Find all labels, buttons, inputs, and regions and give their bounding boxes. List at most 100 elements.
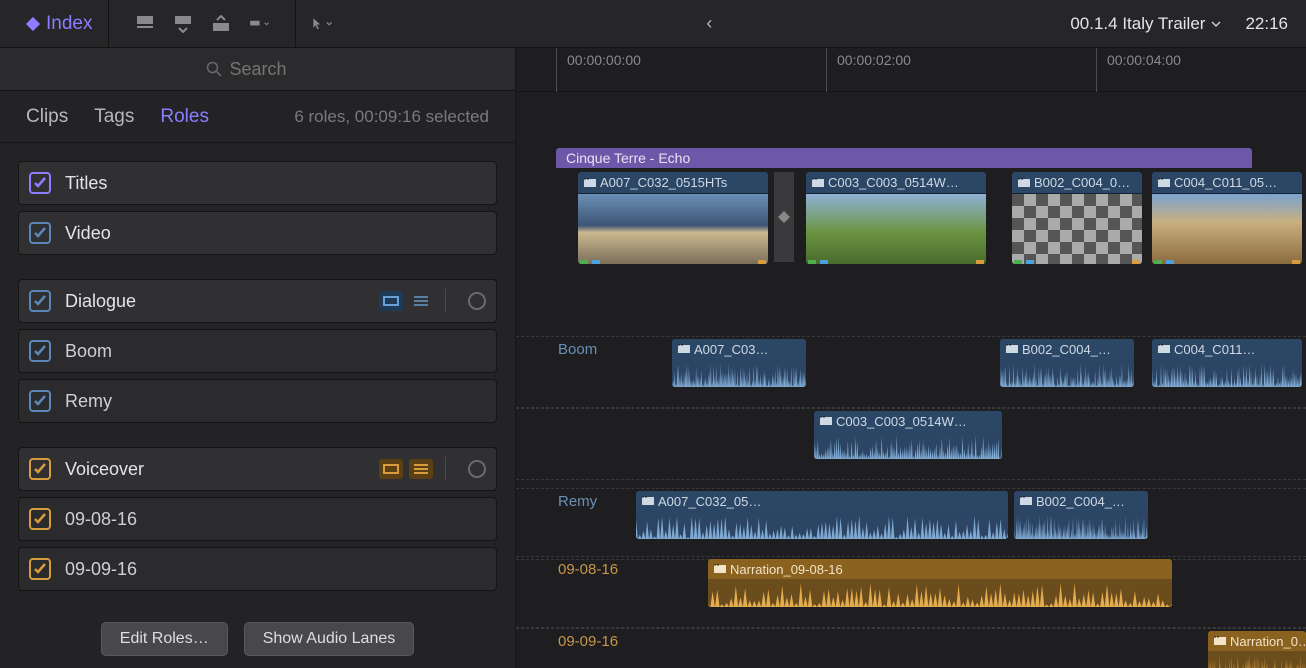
checkbox-0909[interactable] [29, 558, 51, 580]
main-split: Clips Tags Roles 6 roles, 00:09:16 selec… [0, 48, 1306, 668]
audio-lane: RemyA007_C032_05…B002_C004_… [516, 488, 1306, 560]
role-titles[interactable]: Titles [18, 161, 497, 205]
search-icon [206, 61, 222, 77]
timecode-display: 22:16 [1245, 14, 1288, 34]
waveform [672, 359, 806, 387]
subrole-09-08-16[interactable]: 09-08-16 [18, 497, 497, 541]
tab-roles[interactable]: Roles [160, 106, 209, 128]
arrow-tool-icon[interactable] [312, 15, 332, 33]
focus-radio-voiceover[interactable] [468, 460, 486, 478]
clip-label: C004_C011… [1152, 339, 1302, 359]
audio-clip[interactable]: A007_C032_05… [636, 491, 1008, 539]
project-title-label: 00.1.4 Italy Trailer [1070, 14, 1205, 34]
checkbox-0908[interactable] [29, 508, 51, 530]
voiceover-lane-controls [379, 457, 486, 481]
audio-clip[interactable]: Narration_0… [1208, 631, 1306, 668]
checkbox-titles[interactable] [29, 172, 51, 194]
show-audio-lanes-button[interactable]: Show Audio Lanes [244, 622, 415, 656]
audio-clip[interactable]: C003_C003_0514W… [814, 411, 1002, 459]
video-clip[interactable]: C003_C003_0514W… [806, 172, 986, 264]
ruler-tick[interactable]: 00:00:02:00 [826, 48, 911, 92]
collapse-lanes-icon[interactable] [379, 291, 403, 311]
clip-label: Narration_09-08-16 [708, 559, 1172, 579]
index-button[interactable]: Index [0, 0, 109, 47]
role-voiceover-label: Voiceover [65, 459, 365, 480]
audio-lane: C003_C003_0514W… [516, 408, 1306, 480]
collapse-lanes-icon[interactable] [379, 459, 403, 479]
role-voiceover[interactable]: Voiceover [18, 447, 497, 491]
tab-tags[interactable]: Tags [94, 106, 134, 128]
transition-icon[interactable] [774, 172, 794, 262]
video-clip[interactable]: C004_C011_05… [1152, 172, 1302, 264]
ruler-tick[interactable]: 00:00:04:00 [1096, 48, 1181, 92]
audio-lane: Boom A007_C03… B002_C004_… C004_C011… [516, 336, 1306, 408]
audio-clip[interactable]: A007_C03… [672, 339, 806, 387]
subrole-remy-label: Remy [65, 391, 486, 412]
waveform [1152, 359, 1302, 387]
waveform [814, 431, 1002, 459]
diamond-icon [26, 16, 40, 30]
clip-thumbnail [578, 194, 768, 264]
video-clip[interactable]: B002_C004_0… [1012, 172, 1142, 264]
checkbox-voiceover[interactable] [29, 458, 51, 480]
ruler-tick[interactable]: 00:00:00:00 [556, 48, 641, 92]
subrole-remy[interactable]: Remy [18, 379, 497, 423]
clip-label: C003_C003_0514W… [806, 172, 986, 194]
insert-icon[interactable] [135, 15, 155, 33]
subrole-0909-label: 09-09-16 [65, 559, 486, 580]
timeline-ruler[interactable]: 00:00:00:00 00:00:02:00 00:00:04:00 [516, 48, 1306, 92]
tab-clips[interactable]: Clips [26, 106, 68, 128]
audio-clip[interactable]: B002_C004_… [1000, 339, 1134, 387]
top-toolbar: Index ‹ 00.1.4 Italy Trailer 22:16 [0, 0, 1306, 48]
audio-clip[interactable]: Narration_09-08-16 [708, 559, 1172, 607]
index-label: Index [46, 13, 92, 35]
clip-label: A007_C032_05… [636, 491, 1008, 511]
storyline-title[interactable]: Cinque Terre - Echo [556, 148, 1252, 168]
divider [445, 289, 446, 313]
checkbox-remy[interactable] [29, 390, 51, 412]
subrole-boom[interactable]: Boom [18, 329, 497, 373]
role-dialogue[interactable]: Dialogue [18, 279, 497, 323]
audio-lane: 09-08-16 Narration_09-08-16 [516, 556, 1306, 628]
expand-lanes-icon[interactable] [409, 459, 433, 479]
divider [445, 457, 446, 481]
lane-label: 09-08-16 [558, 561, 618, 578]
focus-radio-dialogue[interactable] [468, 292, 486, 310]
checkbox-dialogue[interactable] [29, 290, 51, 312]
timeline-body[interactable]: Cinque Terre - Echo A007_C032_0515HTs C003… [516, 92, 1306, 668]
overwrite-icon[interactable] [211, 15, 231, 33]
lane-label: Boom [558, 341, 597, 358]
role-video[interactable]: Video [18, 211, 497, 255]
roles-info-label: 6 roles, 00:09:16 selected [294, 107, 489, 127]
roles-bottom-buttons: Edit Roles… Show Audio Lanes [0, 610, 515, 668]
checkbox-video[interactable] [29, 222, 51, 244]
search-field[interactable] [0, 48, 515, 91]
index-tabs: Clips Tags Roles 6 roles, 00:09:16 selec… [0, 91, 515, 143]
waveform [1000, 359, 1134, 387]
clip-label: B002_C004_… [1000, 339, 1134, 359]
index-panel: Clips Tags Roles 6 roles, 00:09:16 selec… [0, 48, 516, 668]
append-icon[interactable] [173, 15, 193, 33]
project-title-menu[interactable]: 00.1.4 Italy Trailer [1070, 14, 1221, 34]
edit-roles-button[interactable]: Edit Roles… [101, 622, 228, 656]
video-roles-group: Titles Video [18, 161, 497, 255]
clip-label: C004_C011_05… [1152, 172, 1302, 194]
clip-thumbnail [1152, 194, 1302, 264]
clip-label: A007_C032_0515HTs [578, 172, 768, 194]
clip-thumbnail [806, 194, 986, 264]
audio-clip[interactable]: C004_C011… [1152, 339, 1302, 387]
timeline-area[interactable]: 00:00:00:00 00:00:02:00 00:00:04:00 Cinque… [516, 48, 1306, 668]
connect-icon[interactable] [249, 15, 269, 33]
clip-label: B002_C004_… [1014, 491, 1148, 511]
back-button[interactable]: ‹ [694, 13, 724, 34]
audio-clip[interactable]: B002_C004_… [1014, 491, 1148, 539]
role-titles-label: Titles [65, 173, 486, 194]
checkbox-boom[interactable] [29, 340, 51, 362]
video-clip[interactable]: A007_C032_0515HTs [578, 172, 768, 264]
waveform [636, 511, 1008, 539]
chevron-down-icon [1211, 19, 1221, 29]
subrole-boom-label: Boom [65, 341, 486, 362]
expand-lanes-icon[interactable] [409, 291, 433, 311]
subrole-09-09-16[interactable]: 09-09-16 [18, 547, 497, 591]
search-input[interactable] [230, 59, 310, 80]
